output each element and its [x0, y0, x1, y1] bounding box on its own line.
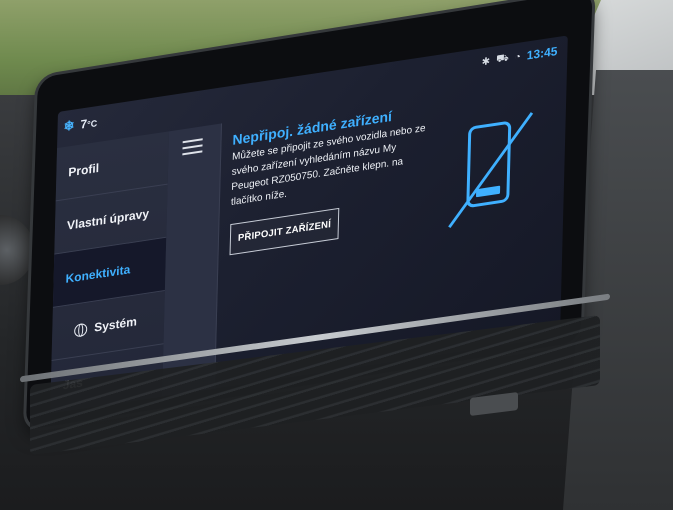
- sidebar-item-label: Konektivita: [65, 262, 131, 286]
- sidebar-item-label: Vlastní úpravy: [66, 206, 150, 233]
- phone-crossed-icon: [448, 112, 534, 229]
- sidebar-item-label: Systém: [94, 314, 138, 335]
- sidebar-item-label: Profil: [68, 160, 100, 180]
- bluetooth-icon: ✱: [481, 55, 491, 68]
- snowflake-icon: ❄: [63, 117, 75, 135]
- clock: 13:45: [526, 43, 558, 63]
- car-icon: ⛟: [496, 51, 509, 65]
- globe-icon: [74, 322, 88, 338]
- signal-icon: ◔: [514, 51, 521, 63]
- temperature-value: 7°C: [80, 116, 98, 132]
- status-icons: ✱ ⛟ ◔ 13:45: [482, 44, 558, 69]
- hamburger-menu-icon[interactable]: [182, 138, 203, 159]
- temperature-indicator[interactable]: ❄ 7°C: [63, 114, 97, 135]
- connect-device-button[interactable]: PŘIPOJIT ZAŘÍZENÍ: [229, 207, 340, 256]
